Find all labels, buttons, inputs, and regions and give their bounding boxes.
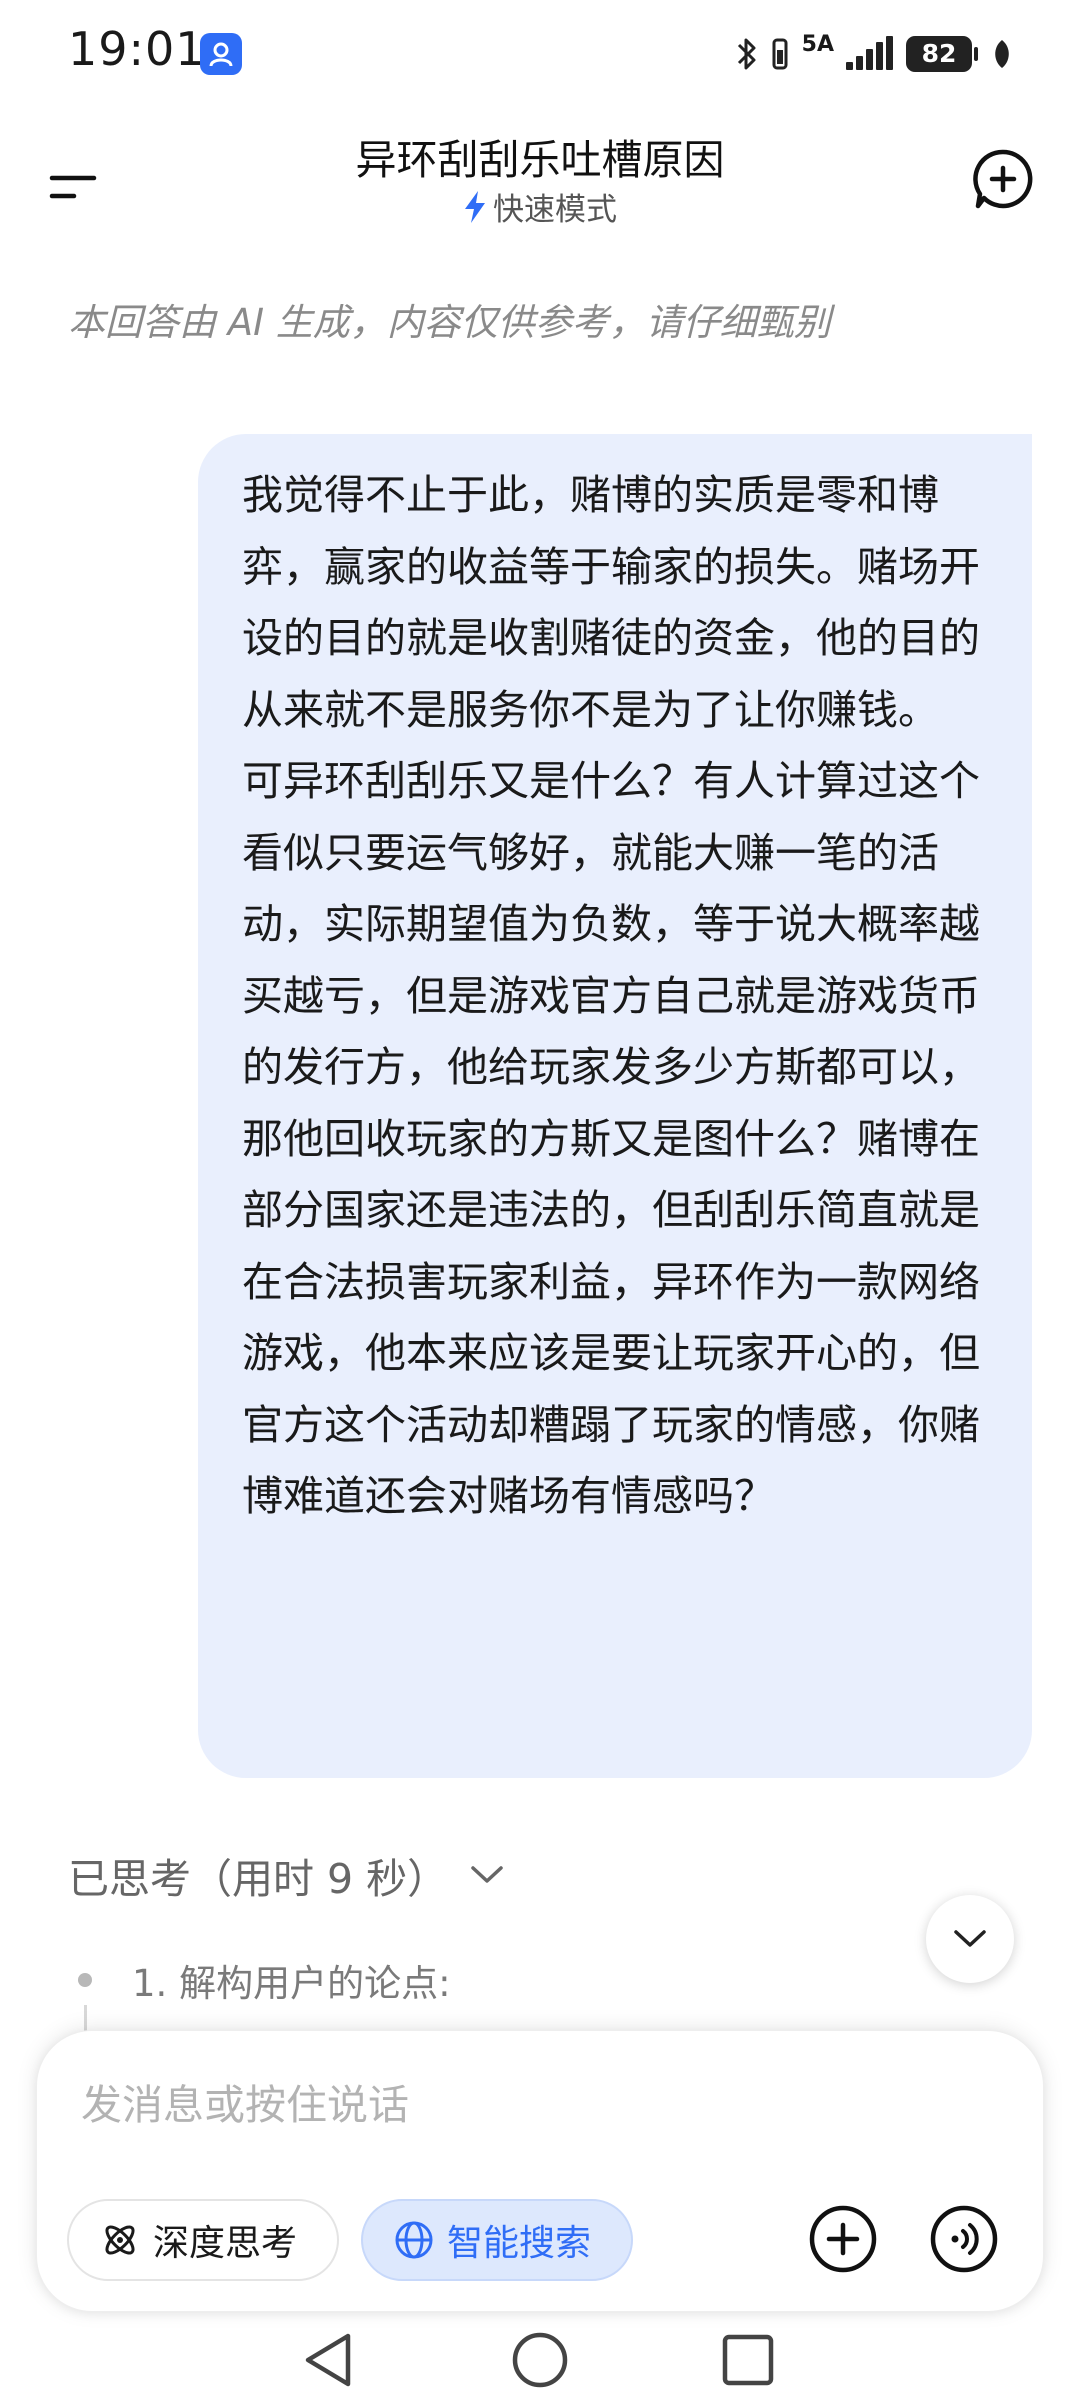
chevron-down-icon [954,1930,986,1947]
thinking-toggle[interactable]: 已思考（用时 9 秒） [68,1845,504,1905]
message-composer: 发消息或按住说话 深度思考 智能搜索 [36,2030,1044,2312]
lightning-icon [465,191,485,223]
leaf-icon [995,40,1009,68]
chevron-down-icon [471,1866,503,1883]
voice-call-icon[interactable] [928,2203,1000,2275]
conversation-title[interactable]: 异环刮刮乐吐槽原因 [0,126,1080,186]
network-type-label: 5A [801,31,834,57]
back-icon[interactable] [300,2330,358,2390]
recents-icon[interactable] [720,2332,776,2388]
thinking-step-text: 1. 解构用户的论点: [132,1962,451,2005]
thinking-step-item: 1. 解构用户的论点: [78,1953,451,2007]
user-message-text: 我觉得不止于此，赌博的实质是零和博弈，赢家的收益等于输家的损失。赌场开设的目的就… [242,471,980,1520]
new-chat-icon[interactable] [970,146,1036,212]
add-attachment-icon[interactable] [807,2203,879,2275]
thinking-label: 已思考（用时 9 秒） [68,1855,449,1903]
home-icon[interactable] [510,2330,570,2390]
chat-header: 异环刮刮乐吐槽原因 快速模式 [0,110,1080,270]
scroll-to-bottom-button[interactable] [926,1895,1014,1983]
battery-indicator: 82 [906,36,978,72]
status-icons: 5A 82 [736,30,1012,78]
globe-icon [395,2221,433,2259]
status-time: 19:01 [68,22,206,76]
mode-selector[interactable]: 快速模式 [0,184,1080,229]
system-navigation-bar [0,2318,1080,2403]
deep-think-label: 深度思考 [153,2223,298,2264]
user-message-bubble[interactable]: 我觉得不止于此，赌博的实质是零和博弈，赢家的收益等于输家的损失。赌场开设的目的就… [198,434,1032,1778]
smart-search-label: 智能搜索 [447,2223,592,2264]
mode-label: 快速模式 [493,192,617,228]
bullet-dot [78,1973,92,1987]
chat-screen: 19:01 5A 82 异环刮刮乐吐槽原因 快速模式 本回答由 AI 生成，内容… [0,0,1080,2403]
app-notification-icon [200,33,242,75]
ai-disclaimer: 本回答由 AI 生成，内容仅供参考，请仔细甄别 [68,301,831,344]
message-input[interactable]: 发消息或按住说话 [81,2071,409,2131]
deep-think-button[interactable]: 深度思考 [67,2199,339,2281]
vibrate-icon [772,38,788,70]
signal-icon [846,36,893,70]
status-bar: 19:01 5A 82 [0,0,1080,110]
atom-icon [105,2225,135,2255]
smart-search-button[interactable]: 智能搜索 [361,2199,633,2281]
bluetooth-icon [737,38,756,70]
